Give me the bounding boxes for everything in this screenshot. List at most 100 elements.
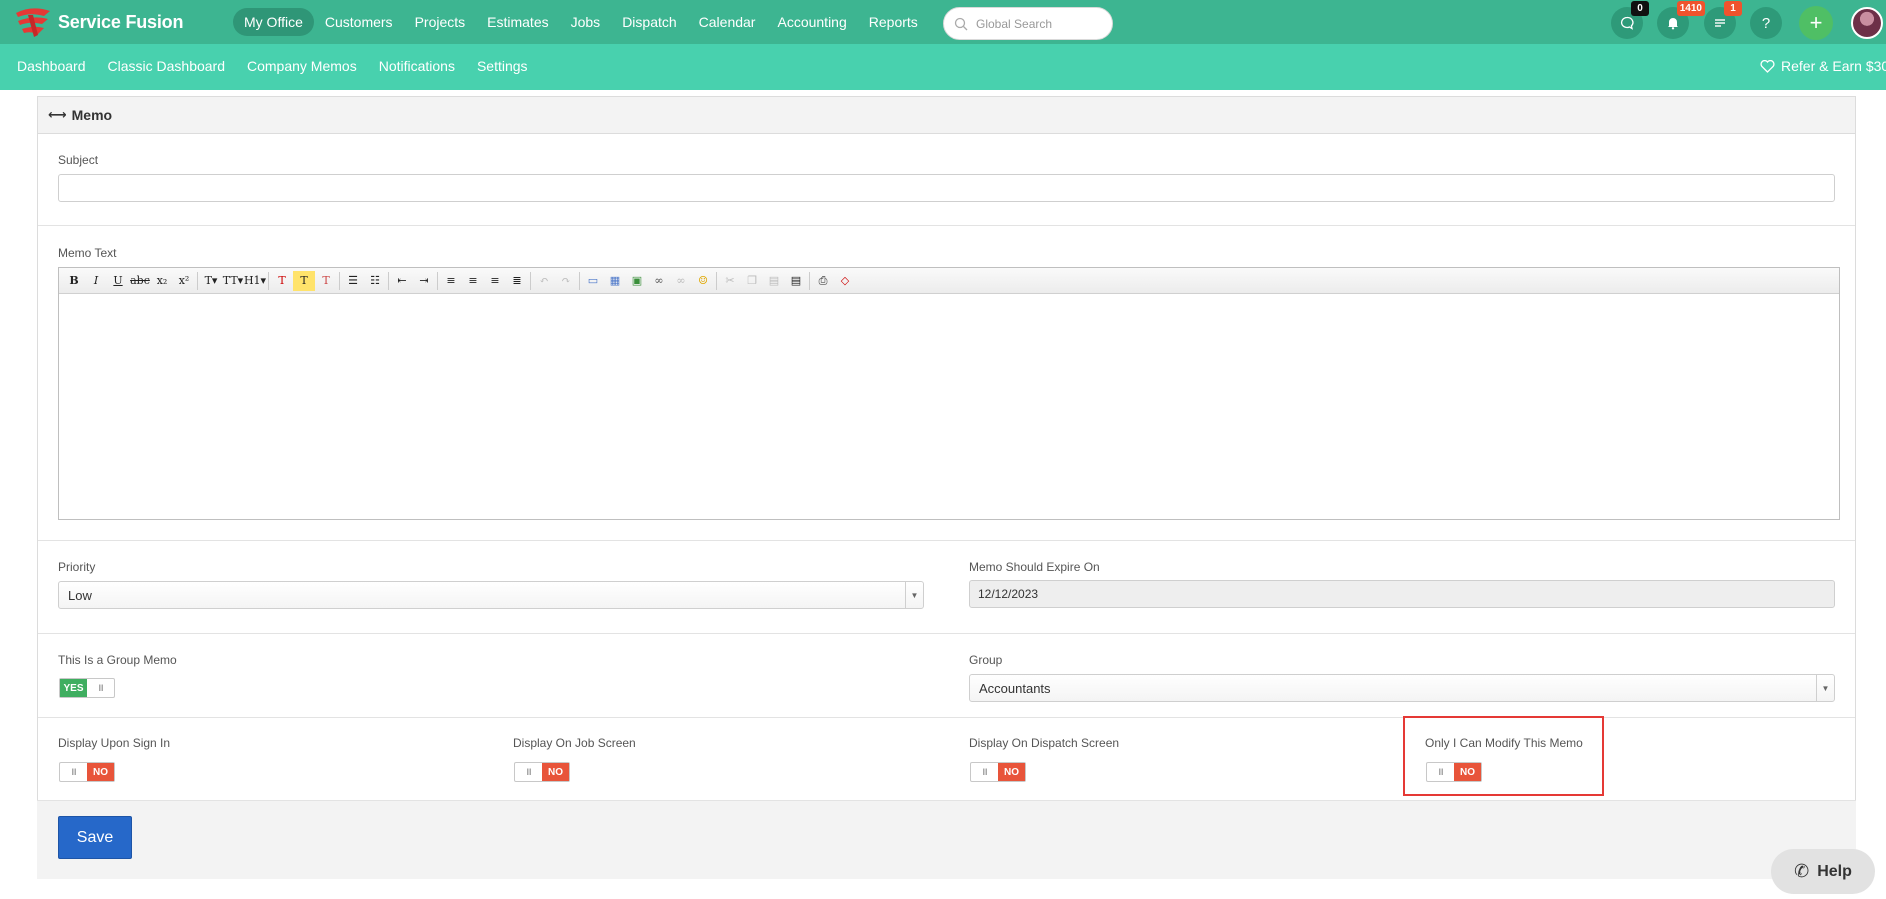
nav-dispatch[interactable]: Dispatch xyxy=(611,8,687,36)
expire-date-value: 12/12/2023 xyxy=(978,587,1039,601)
chat-badge: 0 xyxy=(1631,1,1649,16)
indent-icon[interactable]: ⇥ xyxy=(413,271,435,291)
save-button[interactable]: Save xyxy=(58,816,132,859)
clear-format-icon[interactable]: T xyxy=(315,271,337,291)
display-job-label: Display On Job Screen xyxy=(513,736,636,750)
editor-content-area[interactable] xyxy=(59,294,1839,519)
nav-customers[interactable]: Customers xyxy=(314,8,404,36)
align-right-icon[interactable]: ≡ xyxy=(484,271,506,291)
emoji-icon[interactable]: ☺ xyxy=(692,271,714,291)
toolbar-separator xyxy=(197,271,198,290)
paste-text-icon[interactable]: ▤ xyxy=(785,271,807,291)
nav-calendar[interactable]: Calendar xyxy=(688,8,767,36)
divider xyxy=(38,225,1855,226)
help-button[interactable]: ✆ Help xyxy=(1771,849,1875,894)
superscript-icon[interactable]: x² xyxy=(173,271,195,291)
refer-earn-link[interactable]: Refer & Earn $300 xyxy=(1760,58,1886,74)
undo-icon[interactable]: ↶ xyxy=(533,271,555,291)
font-size-icon[interactable]: TT▾ xyxy=(222,271,244,291)
subnav-settings[interactable]: Settings xyxy=(477,58,528,74)
divider xyxy=(38,540,1855,541)
heading-icon[interactable]: H1▾ xyxy=(244,271,266,291)
print-icon[interactable]: ⎙ xyxy=(812,271,834,291)
sub-navbar: Dashboard Classic Dashboard Company Memo… xyxy=(0,44,1886,90)
toolbar-separator xyxy=(339,271,340,290)
tasks-badge: 1 xyxy=(1724,1,1742,16)
subnav-classic-dashboard[interactable]: Classic Dashboard xyxy=(108,58,226,74)
copy-icon[interactable]: ❐ xyxy=(741,271,763,291)
horizontal-rule-icon[interactable]: ▭ xyxy=(582,271,604,291)
outdent-icon[interactable]: ⇤ xyxy=(391,271,413,291)
expire-date-input[interactable]: 12/12/2023 xyxy=(969,580,1835,608)
align-left-icon[interactable]: ≡ xyxy=(440,271,462,291)
display-signin-toggle[interactable]: III NO xyxy=(59,762,115,782)
italic-icon[interactable]: I xyxy=(85,271,107,291)
refer-earn-label: Refer & Earn $300 xyxy=(1781,58,1886,74)
chevron-down-icon: ▼ xyxy=(905,582,923,608)
toggle-no: NO xyxy=(542,763,569,781)
subscript-icon[interactable]: x₂ xyxy=(151,271,173,291)
subnav-notifications[interactable]: Notifications xyxy=(379,58,455,74)
phone-icon: ✆ xyxy=(1794,861,1810,881)
subnav-dashboard[interactable]: Dashboard xyxy=(17,58,86,74)
bullet-list-icon[interactable]: ☰ xyxy=(342,271,364,291)
cut-icon[interactable]: ✂ xyxy=(719,271,741,291)
main-nav: My Office Customers Projects Estimates J… xyxy=(233,8,929,36)
numbered-list-icon[interactable]: ☷ xyxy=(364,271,386,291)
notifications-button[interactable]: 1410 xyxy=(1657,1,1705,39)
group-memo-toggle[interactable]: YES III xyxy=(59,678,115,698)
notifications-badge: 1410 xyxy=(1676,1,1705,16)
help-menu-button[interactable]: ? xyxy=(1750,7,1782,39)
toolbar-separator xyxy=(716,271,717,290)
unlink-icon[interactable]: ∞ xyxy=(670,271,692,291)
toggle-yes: YES xyxy=(60,679,87,697)
nav-accounting[interactable]: Accounting xyxy=(766,8,857,36)
align-center-icon[interactable]: ≡ xyxy=(462,271,484,291)
bell-icon xyxy=(1668,18,1678,30)
nav-estimates[interactable]: Estimates xyxy=(476,8,559,36)
text-color-icon[interactable]: T xyxy=(271,271,293,291)
help-label: Help xyxy=(1817,862,1852,880)
app-logo[interactable]: Service Fusion xyxy=(14,7,183,37)
priority-select[interactable]: Low ▼ xyxy=(58,581,924,609)
strikethrough-icon[interactable]: abc xyxy=(129,271,151,291)
nav-reports[interactable]: Reports xyxy=(858,8,929,36)
toggle-grip-icon: III xyxy=(71,767,77,777)
search-placeholder: Global Search xyxy=(976,16,1053,31)
link-icon[interactable]: ∞ xyxy=(648,271,670,291)
chat-button[interactable]: 0 xyxy=(1611,1,1649,39)
redo-icon[interactable]: ↷ xyxy=(555,271,577,291)
toggle-grip-icon: III xyxy=(98,683,104,693)
global-search-input[interactable]: Global Search xyxy=(943,7,1113,40)
source-code-icon[interactable]: ◇ xyxy=(834,271,856,291)
nav-my-office[interactable]: My Office xyxy=(233,8,314,36)
toggle-grip-icon: III xyxy=(526,767,532,777)
paste-icon[interactable]: ▤ xyxy=(763,271,785,291)
subject-input[interactable] xyxy=(58,174,1835,202)
display-dispatch-toggle[interactable]: III NO xyxy=(970,762,1026,782)
highlight-color-icon[interactable]: T xyxy=(293,270,315,291)
subnav-company-memos[interactable]: Company Memos xyxy=(247,58,357,74)
question-icon: ? xyxy=(1761,14,1771,32)
panel-header: ⟷ Memo xyxy=(38,97,1855,134)
group-select[interactable]: Accountants ▼ xyxy=(969,674,1835,702)
chevron-down-icon: ▼ xyxy=(1816,675,1834,701)
priority-value: Low xyxy=(68,587,92,603)
nav-projects[interactable]: Projects xyxy=(404,8,477,36)
editor-toolbar: B I U abc x₂ x² T▾ TT▾ H1▾ T T T ☰ ☷ ⇤ ⇥… xyxy=(59,268,1839,294)
image-icon[interactable]: ▣ xyxy=(626,271,648,291)
font-family-icon[interactable]: T▾ xyxy=(200,271,222,291)
search-icon xyxy=(954,17,968,30)
toggle-no: NO xyxy=(998,763,1025,781)
bold-icon[interactable]: B xyxy=(63,271,85,291)
underline-icon[interactable]: U xyxy=(107,271,129,291)
nav-jobs[interactable]: Jobs xyxy=(560,8,612,36)
display-signin-label: Display Upon Sign In xyxy=(58,736,171,750)
add-new-button[interactable]: + xyxy=(1799,6,1833,40)
user-avatar[interactable] xyxy=(1851,7,1883,39)
display-job-toggle[interactable]: III NO xyxy=(514,762,570,782)
divider xyxy=(38,633,1855,634)
align-justify-icon[interactable]: ≣ xyxy=(506,271,528,291)
table-icon[interactable]: ▦ xyxy=(604,271,626,291)
tasks-button[interactable]: 1 xyxy=(1704,1,1742,39)
